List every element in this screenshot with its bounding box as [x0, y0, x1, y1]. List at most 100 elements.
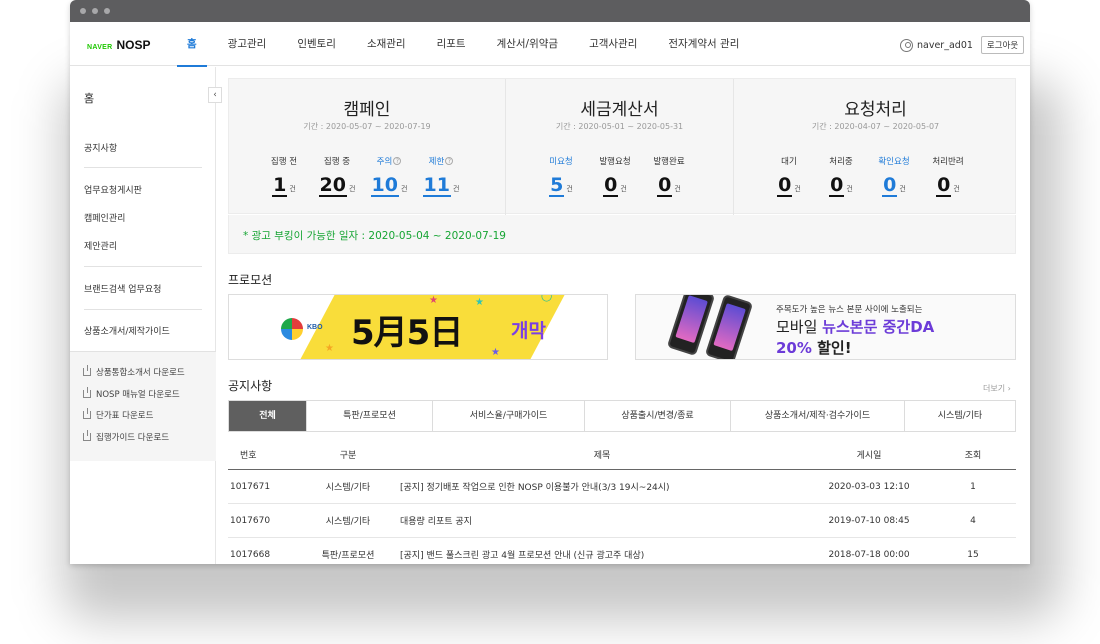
download-box: 상품통합소개서 다운로드 NOSP 매뉴얼 다운로드 단가표 다운로드 집행가이…: [70, 351, 216, 461]
tax-invoice-summary: 세금계산서 기간 : 2020-05-01 ~ 2020-05-31 미요청 5…: [505, 79, 733, 215]
banner-line3-plain: 할인!: [811, 339, 852, 357]
stat-label: 처리반려: [932, 157, 964, 167]
sidebar-item-product-guide[interactable]: 상품소개서/제작가이드: [84, 324, 170, 337]
sidebar-home[interactable]: 홈: [84, 90, 94, 106]
browser-window: NAVER NOSP 홈 광고관리 인벤토리 소재관리 리포트 계산서/위약금 …: [70, 0, 1030, 564]
sidebar-item-work-request[interactable]: 업무요청게시판: [84, 183, 142, 196]
download-product-intro[interactable]: 상품통합소개서 다운로드: [83, 365, 185, 378]
tab-service-guide[interactable]: 서비스율/구매가이드: [433, 401, 585, 431]
tax-invoice-title: 세금계산서: [580, 100, 659, 120]
tab-product-release[interactable]: 상품출시/변경/종료: [585, 401, 731, 431]
promotion-banner-news-da[interactable]: 주목도가 높은 뉴스 본문 사이에 노출되는 모바일 뉴스본문 중간DA 20%…: [635, 294, 1016, 360]
stat-value[interactable]: 0: [829, 175, 845, 197]
menu-creative[interactable]: 소재관리: [357, 22, 416, 66]
stat-value[interactable]: 0: [657, 175, 673, 197]
stat-value[interactable]: 20: [318, 175, 347, 197]
column-header: 조회: [964, 451, 982, 461]
table-row[interactable]: 1017671 시스템/기타 [공지] 정기배포 작업으로 인한 NOSP 이용…: [228, 470, 1016, 504]
logo-naver-text: NAVER: [87, 44, 113, 51]
table-row[interactable]: 1017670 시스템/기타 대용량 리포트 공지 2019-07-10 08:…: [228, 504, 1016, 538]
stat-value[interactable]: 5: [549, 175, 565, 197]
banner-headline: 5月5日: [351, 313, 463, 353]
sidebar-item-proposal[interactable]: 제안관리: [84, 239, 117, 252]
help-icon[interactable]: ?: [445, 157, 454, 165]
table-row[interactable]: 1017668 특판/프로모션 [공지] 밴드 풀스크린 광고 4월 프로모션 …: [228, 538, 1016, 564]
promotion-banner-kbo[interactable]: KBO 5月5日 개막 ★ ★ ★ ★ ◯: [228, 294, 608, 360]
stat-value[interactable]: 11: [422, 175, 451, 197]
menu-home[interactable]: 홈: [177, 22, 207, 67]
stat-label: 미요청: [549, 157, 573, 167]
stat-unit: 건: [674, 185, 681, 193]
menu-inventory[interactable]: 인벤토리: [287, 22, 346, 66]
cell-date: 2020-03-03 12:10: [828, 481, 910, 492]
sidebar-collapse-icon[interactable]: ‹: [208, 87, 222, 103]
menu-ad-management[interactable]: 광고관리: [218, 22, 277, 66]
download-label: 집행가이드 다운로드: [96, 433, 170, 443]
nosp-logo[interactable]: NAVER NOSP: [87, 38, 151, 52]
logout-button[interactable]: 로그아웃: [980, 36, 1025, 54]
main-menu: 홈 광고관리 인벤토리 소재관리 리포트 계산서/위약금 고객사관리 전자계약서…: [177, 22, 760, 67]
cell-date: 2018-07-18 00:00: [828, 549, 910, 560]
download-icon: [83, 408, 91, 419]
stat-unit: 건: [566, 185, 573, 193]
notice-tabs: 전체 특판/프로모션 서비스율/구매가이드 상품출시/변경/종료 상품소개서/제…: [228, 400, 1016, 432]
user-area: naver_ad01 로그아웃: [900, 36, 1025, 54]
download-icon: [83, 387, 91, 398]
stat-unit: 건: [953, 185, 960, 193]
banner-line2-highlight: 뉴스본문 중간DA: [822, 318, 935, 336]
campaign-period: 기간 : 2020-05-07 ~ 2020-07-19: [303, 122, 431, 131]
tax-invoice-period: 기간 : 2020-05-01 ~ 2020-05-31: [555, 122, 684, 131]
window-close-dot[interactable]: [80, 8, 86, 14]
cell-title[interactable]: [공지] 정기배포 작업으로 인한 NOSP 이용불가 안내(3/3 19시~2…: [396, 480, 808, 493]
stat-caution: 주의? 10 건: [363, 155, 415, 197]
stat-label: 집행 중: [323, 157, 351, 167]
download-price-table[interactable]: 단가표 다운로드: [83, 408, 154, 421]
stat-label: 집행 전: [270, 157, 298, 167]
stat-label: 처리중: [829, 157, 853, 167]
menu-client[interactable]: 고객사관리: [579, 22, 647, 66]
more-link[interactable]: 더보기 ›: [983, 383, 1011, 394]
sidebar-item-brand-search[interactable]: 브랜드검색 업무요청: [84, 282, 161, 295]
cell-title[interactable]: 대용량 리포트 공지: [396, 514, 808, 527]
tab-system-etc[interactable]: 시스템/기타: [905, 401, 1015, 431]
stat-value[interactable]: 0: [777, 175, 793, 197]
stat-value[interactable]: 1: [272, 175, 288, 197]
cell-category: 시스템/기타: [325, 483, 371, 493]
stat-unit: 건: [453, 185, 460, 193]
menu-report[interactable]: 리포트: [427, 22, 476, 66]
download-manual[interactable]: NOSP 매뉴얼 다운로드: [83, 387, 180, 400]
stat-label: 발행완료: [653, 157, 685, 167]
logo-nosp-text: NOSP: [116, 38, 151, 52]
stat-confirm-requested: 확인요청 0건: [868, 155, 920, 197]
tab-product-intro-guide[interactable]: 상품소개서/제작·검수가이드: [731, 401, 905, 431]
stat-label: 발행요청: [599, 157, 631, 167]
banner-line3-highlight: 20%: [776, 339, 812, 357]
summary-panel: 캠페인 기간 : 2020-05-07 ~ 2020-07-19 집행 전 1 건…: [228, 78, 1016, 215]
cell-title[interactable]: [공지] 밴드 풀스크린 광고 4월 프로모션 안내 (신규 광고주 대상): [396, 548, 808, 561]
sidebar-item-notices[interactable]: 공지사항: [84, 141, 117, 154]
window-minimize-dot[interactable]: [92, 8, 98, 14]
cell-number: 1017668: [230, 549, 271, 560]
window-maximize-dot[interactable]: [104, 8, 110, 14]
help-icon[interactable]: ?: [393, 157, 402, 165]
stat-value[interactable]: 0: [882, 175, 898, 197]
download-label: NOSP 매뉴얼 다운로드: [96, 390, 180, 400]
stat-value[interactable]: 0: [936, 175, 952, 197]
download-execution-guide[interactable]: 집행가이드 다운로드: [83, 430, 170, 443]
stat-value[interactable]: 0: [603, 175, 619, 197]
booking-notice-bar: * 광고 부킹이 가능한 일자 : 2020-05-04 ~ 2020-07-1…: [228, 215, 1016, 254]
download-label: 단가표 다운로드: [96, 411, 154, 421]
tab-special-promotion[interactable]: 특판/프로모션: [307, 401, 433, 431]
star-icon: ★: [491, 347, 500, 358]
promotion-title: 프로모션: [228, 273, 273, 287]
tab-all[interactable]: 전체: [229, 401, 307, 431]
sidebar-item-campaign[interactable]: 캠페인관리: [84, 211, 125, 224]
menu-invoice-penalty[interactable]: 계산서/위약금: [487, 22, 569, 66]
cell-category: 시스템/기타: [325, 517, 371, 527]
campaign-title: 캠페인: [343, 100, 391, 120]
menu-e-contract[interactable]: 전자계약서 관리: [658, 22, 749, 66]
table-header: 번호 구분 제목 게시일 조회: [228, 440, 1016, 470]
stat-value[interactable]: 10: [370, 175, 399, 197]
stat-waiting: 대기 0건: [763, 155, 815, 197]
stat-unit: 건: [620, 185, 627, 193]
